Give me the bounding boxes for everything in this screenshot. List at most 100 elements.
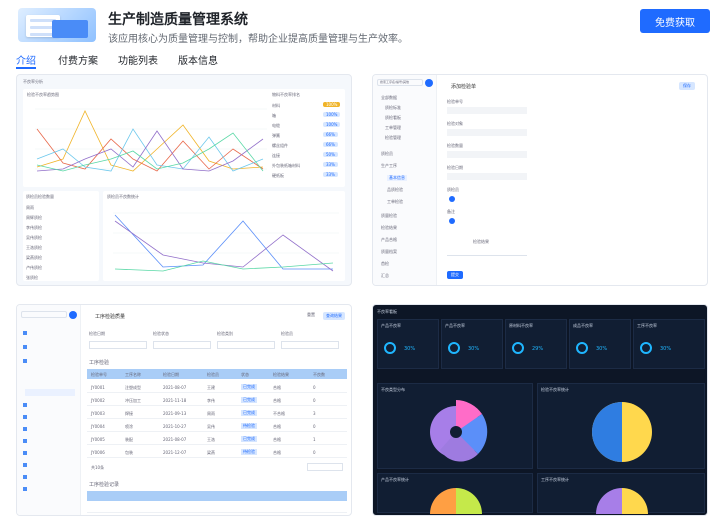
filter-select[interactable] xyxy=(89,341,147,349)
pie-chart xyxy=(592,402,652,462)
sidebar-item[interactable]: 检验结果 xyxy=(381,225,397,231)
cell: 冲压加工 xyxy=(125,398,141,403)
cell: 不合格 xyxy=(273,411,285,416)
rank-badge: 33% xyxy=(323,172,338,177)
filter-select[interactable] xyxy=(153,341,211,349)
field-input[interactable] xyxy=(447,107,527,114)
table-row[interactable]: JY0001 注塑成型 2021-08-07 王建 已完成 合格 0 xyxy=(87,381,347,393)
field-label: 备注 xyxy=(447,209,455,214)
sidebar-item[interactable]: 工单管理 xyxy=(385,125,401,131)
cell: JY0002 xyxy=(91,398,105,403)
screenshot-process-inspection-table[interactable]: 工序检验质量 重置 查询结果 检验日期 检验状态 检验类别 检验员 工序检验 检… xyxy=(16,304,352,516)
pie-chart-panel: 检验不良率统计 xyxy=(537,383,705,469)
cell: JY0004 xyxy=(91,424,105,429)
free-get-button[interactable]: 免费获取 xyxy=(640,9,710,33)
list-item: 外包装纸箱材料 xyxy=(272,163,300,168)
date-input[interactable] xyxy=(447,173,527,180)
col-header: 检验日期 xyxy=(163,372,179,377)
table-header xyxy=(87,491,347,501)
cell: 装配 xyxy=(125,437,133,442)
table-row[interactable]: JY0002 冲压加工 2021-11-18 李伟 已完成 合格 0 xyxy=(87,394,347,406)
pagination[interactable] xyxy=(307,463,343,471)
sidebar-item[interactable]: 检验管理 xyxy=(385,135,401,141)
table-header: 检验单号 工序名称 检验日期 检验员 状态 检验结果 不良数 xyxy=(87,369,347,379)
sidebar-item-active[interactable] xyxy=(25,389,75,396)
inspector-defect-panel: 质检员不良数统计 xyxy=(103,191,345,281)
filter-select[interactable] xyxy=(217,341,275,349)
search-input[interactable]: 搜索工序名/编号/其他 xyxy=(377,79,423,86)
submit-button[interactable]: 提交 xyxy=(447,271,463,279)
sidebar-item[interactable]: 质检看板 xyxy=(385,115,401,121)
field-label: 检验结果 xyxy=(473,239,489,244)
cell: 合格 xyxy=(273,385,281,390)
rank-badge: 66% xyxy=(323,132,338,137)
screenshot-inspection-form[interactable]: 搜索工序名/编号/其他 全部数据 质检标准 质检看板 工单管理 检验管理 质检员… xyxy=(372,74,708,286)
table-row[interactable]: JY0006 包装 2021-12-07 梁燕 待检验 合格 0 xyxy=(87,446,347,458)
sidebar-item[interactable]: 质量档案 xyxy=(381,249,397,255)
pie-chart-panel: 产品不良率统计 xyxy=(377,473,533,514)
folder-icon xyxy=(23,359,27,363)
sidebar-item[interactable]: 汇总 xyxy=(381,273,389,279)
screenshot-defect-analysis[interactable]: 不良率分析 检验不良率趋势图 物料不良率排名 材料 100% 箱 100% 电缆… xyxy=(16,74,352,286)
filter-label: 检验日期 xyxy=(89,331,105,336)
sidebar-item[interactable]: 质检标准 xyxy=(385,105,401,111)
kpi-card: 产品不良率 30% xyxy=(377,319,439,369)
cell: 0 xyxy=(313,398,316,403)
table-row[interactable]: JY0003 焊接 2021-09-13 周雨 已完成 不合格 3 xyxy=(87,407,347,419)
sidebar-item[interactable]: 质检员 xyxy=(381,151,393,157)
sidebar-item[interactable]: 工单检验 xyxy=(387,199,403,205)
table-row[interactable] xyxy=(87,503,347,513)
kpi-title: 工序不良率 xyxy=(637,323,657,328)
list-item: 电缆 xyxy=(272,123,280,128)
sidebar-item[interactable]: 全部数据 xyxy=(381,95,397,101)
cell: 0 xyxy=(313,424,316,429)
filter-select[interactable] xyxy=(281,341,339,349)
tab-intro[interactable]: 介绍 xyxy=(16,52,36,67)
result-select[interactable] xyxy=(447,249,527,256)
list-item: 弹簧 xyxy=(272,133,280,138)
query-button[interactable]: 查询结果 xyxy=(323,312,345,320)
col-header: 状态 xyxy=(241,372,249,377)
table-row[interactable]: JY0004 喷涂 2021-10-27 吴伟 待检验 合格 0 xyxy=(87,420,347,432)
cell: 喷涂 xyxy=(125,424,133,429)
list-item: 周雨 xyxy=(26,205,34,210)
screen-title: 不良率看板 xyxy=(377,309,397,314)
cell: 2021-10-27 xyxy=(163,424,187,429)
kpi-value: 30% xyxy=(660,346,672,352)
pie-chart-panel: 工序不良率统计 xyxy=(537,473,705,514)
sidebar-item[interactable]: 质量检验 xyxy=(381,213,397,219)
sidebar-item-active[interactable]: 基本信息 xyxy=(387,175,407,181)
cell: 0 xyxy=(313,385,316,390)
cell: JY0006 xyxy=(91,450,105,455)
col-header: 检验结果 xyxy=(273,372,289,377)
save-button[interactable]: 保存 xyxy=(679,82,695,90)
sidebar-item[interactable]: 产品合格 xyxy=(381,237,397,243)
add-icon[interactable] xyxy=(69,311,77,319)
table-row[interactable]: JY0005 装配 2021-08-07 王洛 已完成 合格 1 xyxy=(87,433,347,445)
kpi-card: 原材料不良率 29% xyxy=(505,319,567,369)
sidebar-item[interactable]: 首检 xyxy=(381,261,389,267)
add-icon[interactable] xyxy=(425,79,433,87)
status-badge: 已完成 xyxy=(241,384,257,390)
cell: JY0003 xyxy=(91,411,105,416)
sidebar-item[interactable]: 生产工序 xyxy=(381,163,397,169)
cell: 梁燕 xyxy=(207,450,215,455)
avatar xyxy=(449,196,455,202)
reset-button[interactable]: 重置 xyxy=(307,312,315,318)
tab-versions[interactable]: 版本信息 xyxy=(178,52,218,67)
table-title: 工序检验 xyxy=(89,360,110,366)
list-item: 梁燕质检 xyxy=(26,255,42,260)
screenshot-dark-dashboard[interactable]: 不良率看板 产品不良率 30% 产品不良率 30% 原材料不良率 29% 成品不… xyxy=(372,304,708,516)
cell: JY0001 xyxy=(91,385,105,390)
tab-features[interactable]: 功能列表 xyxy=(118,52,158,67)
tab-pricing[interactable]: 付费方案 xyxy=(58,52,98,67)
sidebar-item[interactable]: 品质检验 xyxy=(387,187,403,193)
search-input[interactable] xyxy=(21,311,67,318)
inspector-count-panel: 质检员检验数量 周雨 周辉质检 李伟质检 吴伟质检 王洛质检 梁燕质检 卢伟质检… xyxy=(23,191,99,281)
list-item: 箱 xyxy=(272,113,276,118)
list-item: 吴伟质检 xyxy=(26,235,42,240)
field-input[interactable] xyxy=(447,151,527,158)
field-input[interactable] xyxy=(447,129,527,136)
kpi-card: 产品不良率 30% xyxy=(441,319,503,369)
list-item: 连接 xyxy=(272,153,280,158)
